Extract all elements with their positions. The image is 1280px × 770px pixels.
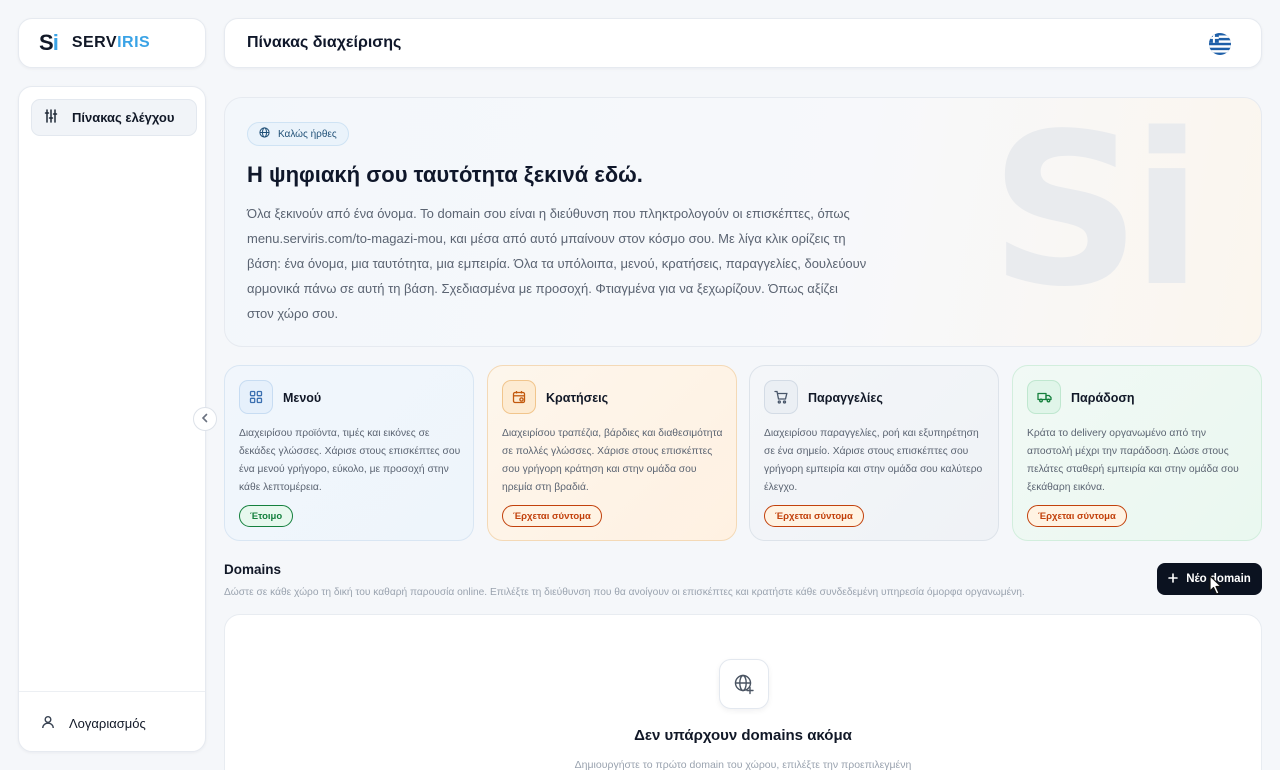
top-header: Πίνακας διαχείρισης — [224, 18, 1262, 68]
page-title: Πίνακας διαχείρισης — [247, 34, 402, 51]
feature-description: Διαχειρίσου τραπέζια, βάρδιες και διαθεσ… — [502, 428, 723, 493]
welcome-hero: Si Καλώς ήρθες Η ψηφιακή σου ταυτότητα ξ… — [224, 97, 1262, 347]
sidebar-divider — [19, 691, 205, 692]
feature-card-bookings[interactable]: Κρατήσεις Διαχειρίσου τραπέζια, βάρδιες … — [487, 365, 737, 541]
calendar-icon — [502, 380, 536, 414]
globe-plus-icon — [719, 659, 769, 709]
grid-icon — [239, 380, 273, 414]
cart-icon — [764, 380, 798, 414]
hero-watermark: Si — [989, 97, 1203, 333]
welcome-badge: Καλώς ήρθες — [247, 122, 349, 146]
greece-flag-icon[interactable] — [1209, 33, 1231, 55]
sidebar-collapse-button[interactable] — [193, 407, 217, 431]
feature-title: Παράδοση — [1071, 391, 1135, 405]
feature-description: Κράτα το delivery οργανωμένο από την απο… — [1027, 428, 1239, 493]
feature-description: Διαχειρίσου προϊόντα, τιμές και εικόνες … — [239, 428, 461, 493]
account-label: Λογαριασμός — [69, 716, 146, 731]
plus-icon — [1168, 572, 1178, 586]
domains-empty-state: Δεν υπάρχουν domains ακόμα Δημιουργήστε … — [224, 614, 1262, 770]
empty-state-title: Δεν υπάρχουν domains ακόμα — [634, 727, 852, 744]
status-badge: Έρχεται σύντομα — [502, 505, 602, 527]
sidebar-item-dashboard[interactable]: Πίνακας ελέγχου — [31, 99, 197, 136]
user-icon — [41, 715, 55, 732]
account-link[interactable]: Λογαριασμός — [41, 715, 146, 732]
logo-mark: Si — [39, 30, 59, 55]
feature-title: Μενού — [283, 391, 322, 405]
globe-icon — [259, 127, 270, 141]
hero-title: Η ψηφιακή σου ταυτότητα ξεκινά εδώ. — [247, 162, 643, 187]
sidebar-item-label: Πίνακας ελέγχου — [72, 110, 175, 125]
feature-description: Διαχειρίσου παραγγελίες, ροή και εξυπηρέ… — [764, 428, 983, 493]
truck-icon — [1027, 380, 1061, 414]
brand-name: SERVIRIS — [71, 34, 151, 51]
feature-card-menu[interactable]: Μενού Διαχειρίσου προϊόντα, τιμές και ει… — [224, 365, 474, 541]
mouse-pointer-icon — [1209, 575, 1223, 600]
empty-state-description: Δημιουργήστε το πρώτο domain του χώρου, … — [574, 759, 912, 770]
domains-description: Δώστε σε κάθε χώρο τη δική του καθαρή πα… — [224, 587, 1025, 598]
status-badge: Έρχεται σύντομα — [1027, 505, 1127, 527]
feature-card-orders[interactable]: Παραγγελίες Διαχειρίσου παραγγελίες, ροή… — [749, 365, 999, 541]
feature-title: Παραγγελίες — [808, 391, 883, 405]
feature-title: Κρατήσεις — [546, 391, 609, 405]
hero-description: Όλα ξεκινούν από ένα όνομα. Το domain σο… — [247, 206, 867, 321]
status-badge: Έρχεται σύντομα — [764, 505, 864, 527]
domains-heading: Domains — [224, 562, 282, 577]
feature-card-delivery[interactable]: Παράδοση Κράτα το delivery οργανωμένο απ… — [1012, 365, 1262, 541]
sidebar: Πίνακας ελέγχου Λογαριασμός — [18, 86, 206, 752]
status-badge: Έτοιμο — [239, 505, 294, 527]
sliders-icon — [44, 109, 58, 126]
chevron-left-icon — [201, 412, 209, 426]
logo-box[interactable]: Si SERVIRIS — [18, 18, 206, 68]
